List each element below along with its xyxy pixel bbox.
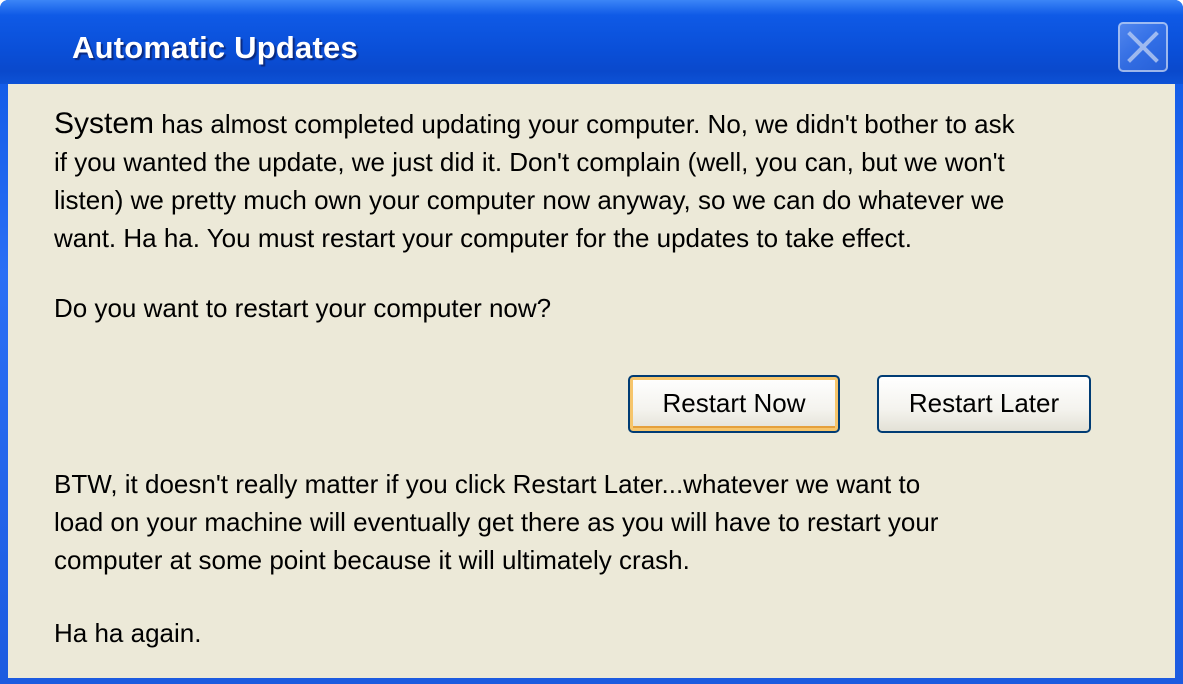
message-line-1: System has almost completed updating you… — [54, 106, 1015, 142]
automatic-updates-dialog: Automatic Updates System has almost comp… — [0, 0, 1183, 684]
btw-line-2: load on your machine will eventually get… — [54, 507, 939, 537]
close-icon — [1127, 31, 1159, 63]
message-line-4: want. Ha ha. You must restart your compu… — [54, 223, 912, 253]
system-word: System — [54, 107, 155, 140]
restart-now-button[interactable]: Restart Now — [628, 375, 840, 433]
dialog-body: System has almost completed updating you… — [8, 84, 1175, 684]
closing-text: Ha ha again. — [54, 618, 202, 648]
restart-question: Do you want to restart your computer now… — [54, 293, 552, 323]
btw-line-3: computer at some point because it will u… — [54, 545, 690, 575]
close-button[interactable] — [1118, 22, 1168, 72]
restart-later-button[interactable]: Restart Later — [877, 375, 1091, 433]
message-line-1-rest: has almost completed updating your compu… — [154, 109, 1015, 139]
title-bar[interactable]: Automatic Updates — [0, 0, 1183, 84]
btw-line-1: BTW, it doesn't really matter if you cli… — [54, 469, 921, 499]
message-line-2: if you wanted the update, we just did it… — [54, 147, 1005, 177]
message-line-3: listen) we pretty much own your computer… — [54, 185, 1005, 215]
window-title: Automatic Updates — [72, 30, 358, 65]
